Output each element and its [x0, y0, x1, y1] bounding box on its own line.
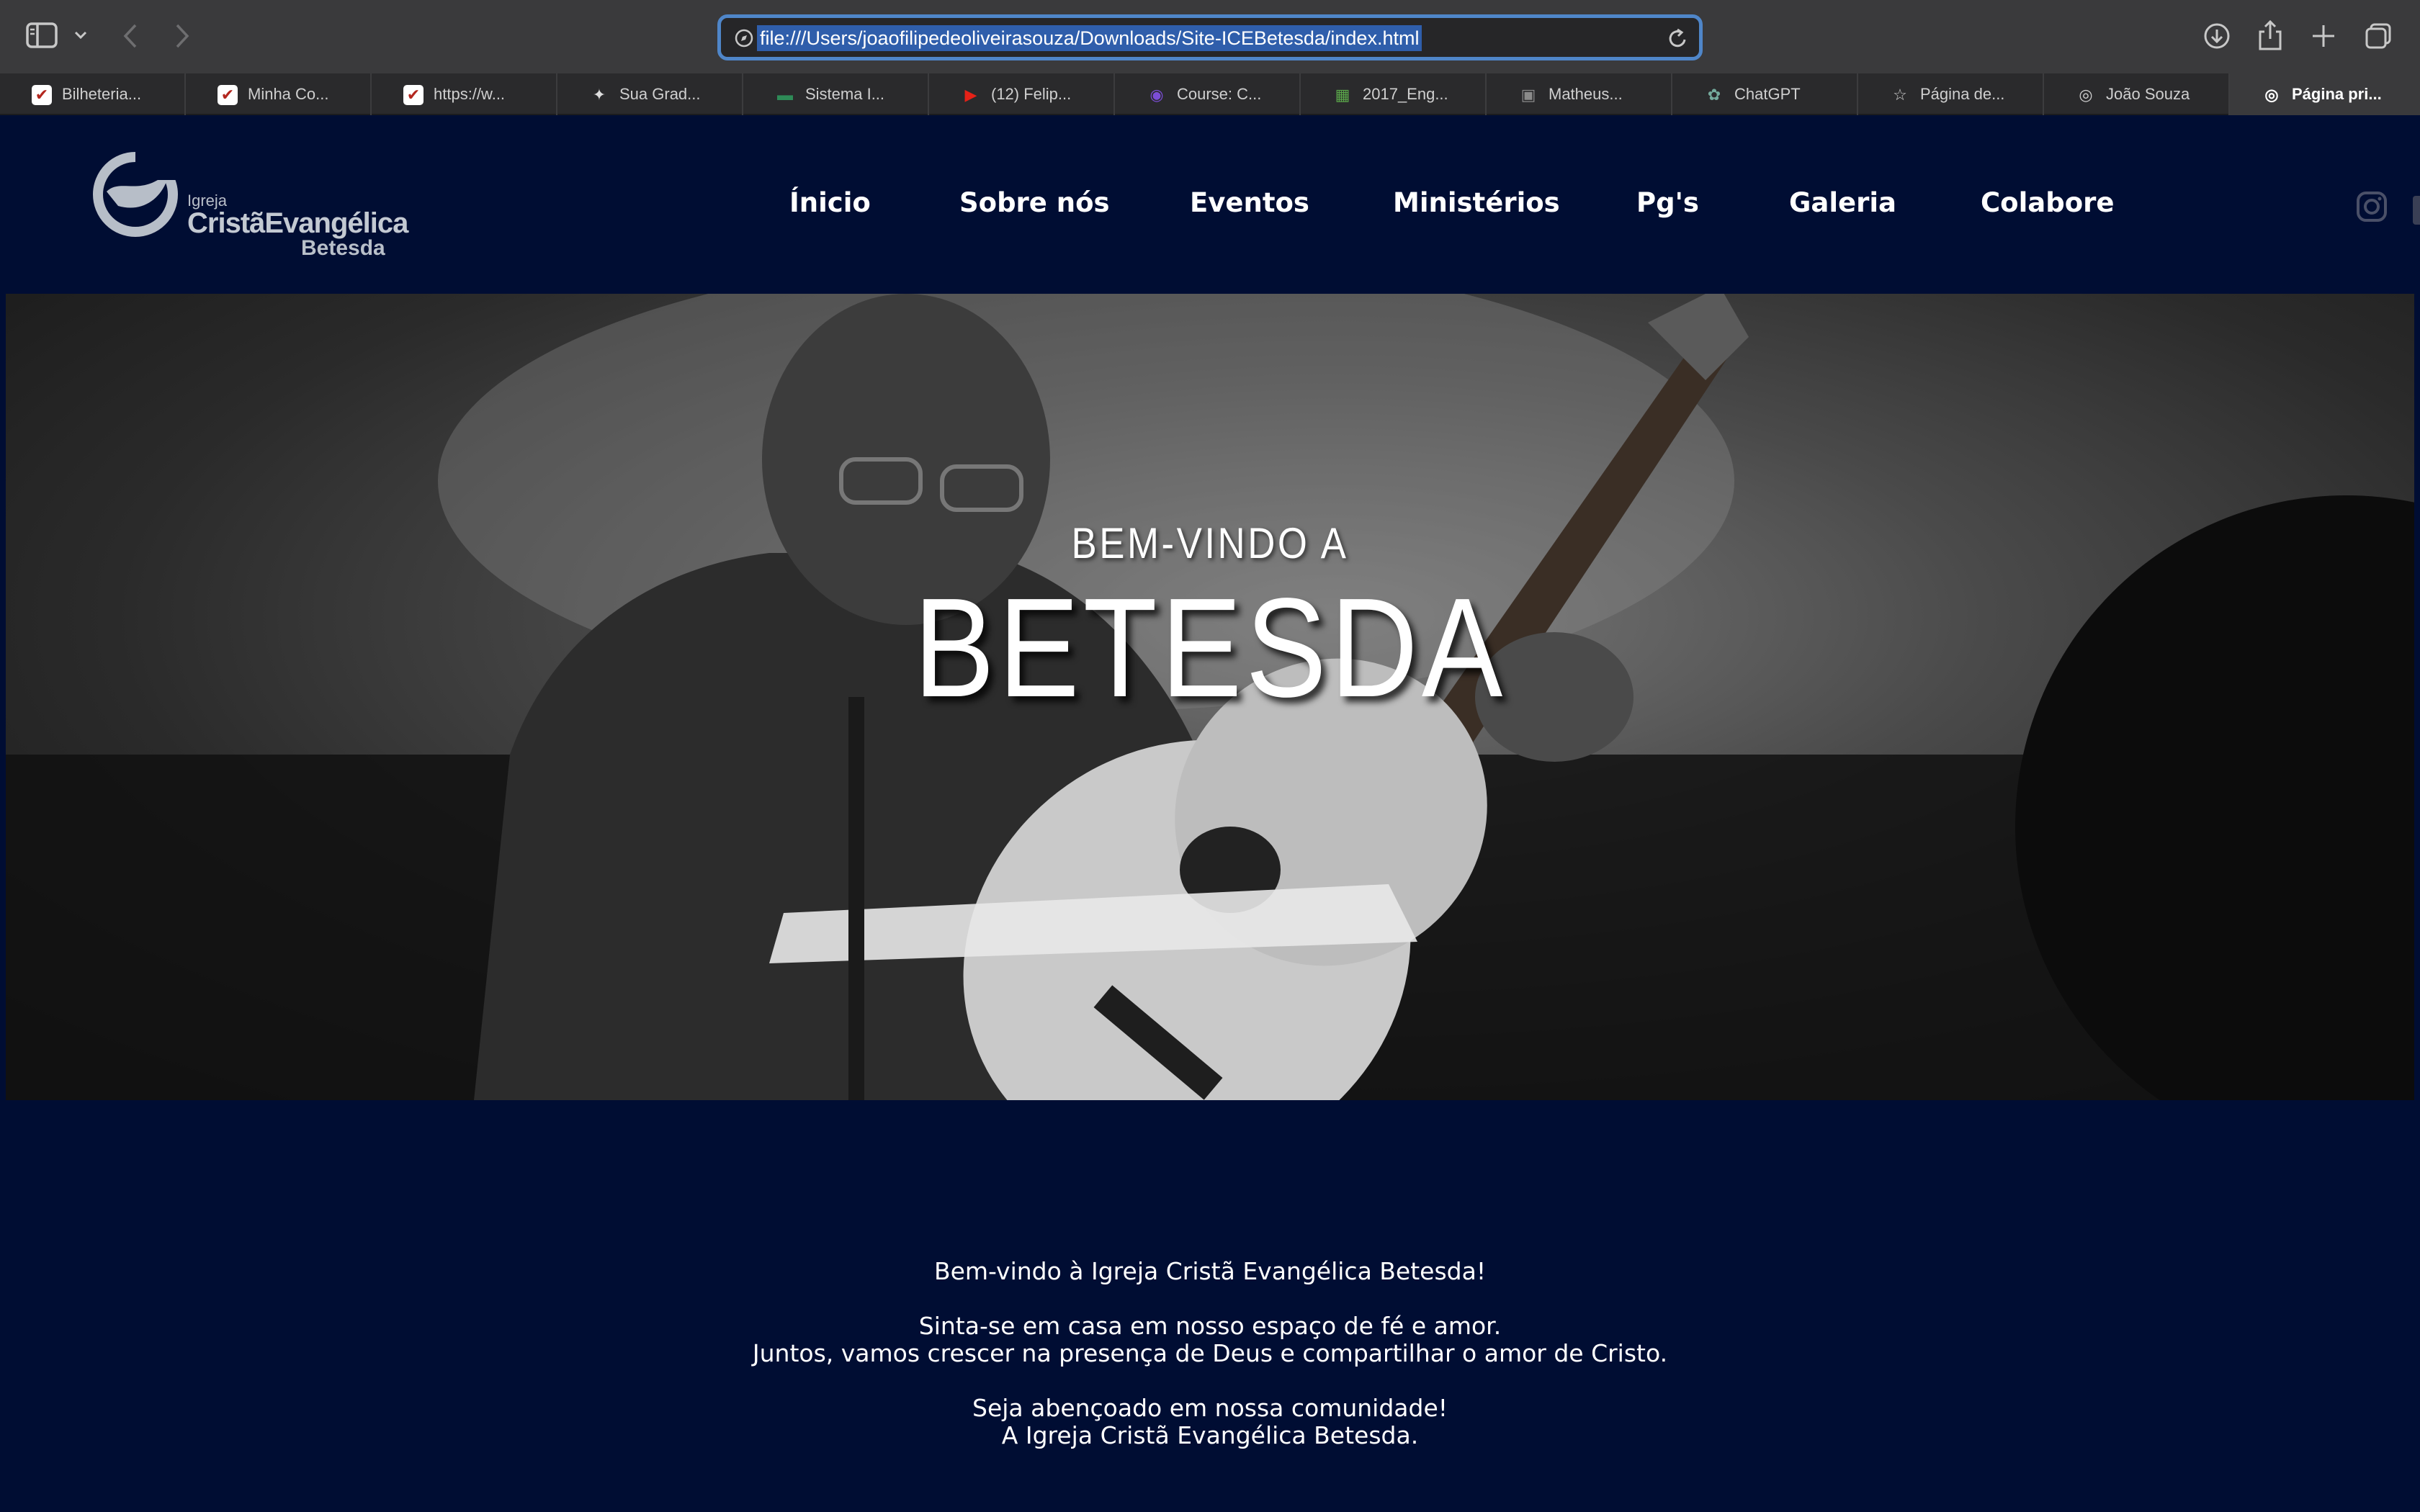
nav-inicio[interactable]: Ínicio: [789, 187, 871, 218]
browser-tab-label: (12) Felip...: [991, 85, 1072, 103]
chatgpt-icon: ✿: [1707, 86, 1721, 104]
star-icon: ☆: [1893, 86, 1907, 104]
welcome-text-line: Sinta-se em casa em nosso espaço de fé e…: [918, 1312, 1502, 1340]
browser-tab-label: Course: C...: [1177, 85, 1262, 103]
main-nav: Ínicio Sobre nós Eventos Ministérios Pg'…: [0, 187, 2420, 230]
browser-tab-label: João Souza: [2106, 85, 2190, 103]
reload-icon[interactable]: [1667, 27, 1689, 53]
browser-tab[interactable]: ☆ Página de...: [1858, 73, 2044, 115]
photo-icon: ▣: [1520, 86, 1536, 104]
tab-bar: ✔ Bilheteria... ✔ Minha Co... ✔ https://w... ✦…: [0, 73, 2420, 115]
nav-pgs[interactable]: Pg's: [1636, 187, 1699, 218]
site-header: Igreja CristãEvangélica Betesda Ínicio S…: [0, 115, 2420, 294]
flag-icon: ▬: [777, 86, 793, 104]
compass-icon: ◎: [2079, 86, 2093, 104]
welcome-section: Bem-vindo à Igreja Cristã Evangélica Bet…: [0, 1100, 2420, 1512]
hero-title: BETESDA: [913, 569, 1507, 726]
share-icon[interactable]: [2257, 19, 2283, 52]
browser-tab-label: Matheus...: [1549, 85, 1623, 103]
social-icon-cut-off[interactable]: [2413, 196, 2420, 225]
sidebar-toggle-icon[interactable]: [26, 22, 59, 49]
compass-icon: ◎: [2264, 86, 2279, 104]
hero-banner: BEM-VINDO A BETESDA: [6, 294, 2414, 1100]
nav-colabore[interactable]: Colabore: [1981, 187, 2114, 218]
url-text[interactable]: file:///Users/joaofilipedeoliveirasouza/…: [757, 25, 1422, 51]
browser-tab[interactable]: ▣ Matheus...: [1487, 73, 1672, 115]
welcome-text-line: Juntos, vamos crescer na presença de Deu…: [752, 1339, 1668, 1367]
browser-tab-label: Página de...: [1920, 85, 2005, 103]
browser-toolbar: file:///Users/joaofilipedeoliveirasouza/…: [0, 0, 2420, 73]
browser-tab[interactable]: ✿ ChatGPT: [1672, 73, 1858, 115]
logo-text-betesda: Betesda: [301, 236, 385, 260]
welcome-heading: Bem-vindo à Igreja Cristã Evangélica Bet…: [933, 1257, 1487, 1285]
browser-tab-label: Sua Grad...: [619, 85, 701, 103]
nav-galeria[interactable]: Galeria: [1789, 187, 1896, 218]
browser-tab[interactable]: ▬ Sistema I...: [743, 73, 929, 115]
forward-icon[interactable]: [174, 23, 190, 49]
back-icon[interactable]: [122, 23, 138, 49]
nav-ministerios[interactable]: Ministérios: [1393, 187, 1560, 218]
sheet-icon: ▦: [1335, 86, 1350, 104]
instagram-icon[interactable]: [2355, 190, 2388, 226]
welcome-text-line: Seja abençoado em nossa comunidade!: [972, 1394, 1448, 1422]
address-bar[interactable]: file:///Users/joaofilipedeoliveirasouza/…: [717, 14, 1703, 60]
tab-overview-icon[interactable]: [2364, 22, 2393, 50]
chevron-down-icon[interactable]: [73, 30, 88, 40]
browser-tab-label: ChatGPT: [1734, 85, 1801, 103]
browser-tab[interactable]: ▦ 2017_Eng...: [1301, 73, 1487, 115]
download-icon[interactable]: [2202, 22, 2231, 50]
ticket-icon: ✔: [32, 85, 52, 105]
browser-tab[interactable]: ✔ Bilheteria...: [0, 73, 186, 115]
browser-tab[interactable]: ✔ Minha Co...: [186, 73, 372, 115]
cap-icon: ✦: [592, 86, 606, 104]
youtube-icon: ▶: [964, 86, 977, 104]
welcome-signature: A Igreja Cristã Evangélica Betesda.: [1001, 1421, 1419, 1449]
ticket-icon: ✔: [218, 85, 238, 105]
browser-tab[interactable]: ✦ Sua Grad...: [557, 73, 743, 115]
hero-subtitle: BEM-VINDO A: [1071, 519, 1349, 567]
browser-tab[interactable]: ◉ Course: C...: [1115, 73, 1301, 115]
browser-tab-label: Página pri...: [2292, 85, 2382, 103]
nav-eventos[interactable]: Eventos: [1190, 187, 1309, 218]
nav-sobre-nos[interactable]: Sobre nós: [959, 187, 1110, 218]
browser-tab-label: 2017_Eng...: [1363, 85, 1448, 103]
browser-tab[interactable]: ◎ João Souza: [2044, 73, 2230, 115]
browser-tab[interactable]: ▶ (12) Felip...: [929, 73, 1115, 115]
browser-tab-label: https://w...: [434, 85, 506, 103]
browser-tab[interactable]: ✔ https://w...: [372, 73, 557, 115]
browser-tab[interactable]: ◎ Página pri...: [2230, 73, 2420, 115]
browser-tab-label: Minha Co...: [248, 85, 329, 103]
new-tab-icon[interactable]: [2311, 23, 2336, 49]
ticket-icon: ✔: [403, 85, 424, 105]
course-icon: ◉: [1150, 86, 1164, 104]
compass-icon: [734, 28, 754, 51]
browser-tab-label: Bilheteria...: [62, 85, 142, 103]
browser-tab-label: Sistema I...: [805, 85, 885, 103]
